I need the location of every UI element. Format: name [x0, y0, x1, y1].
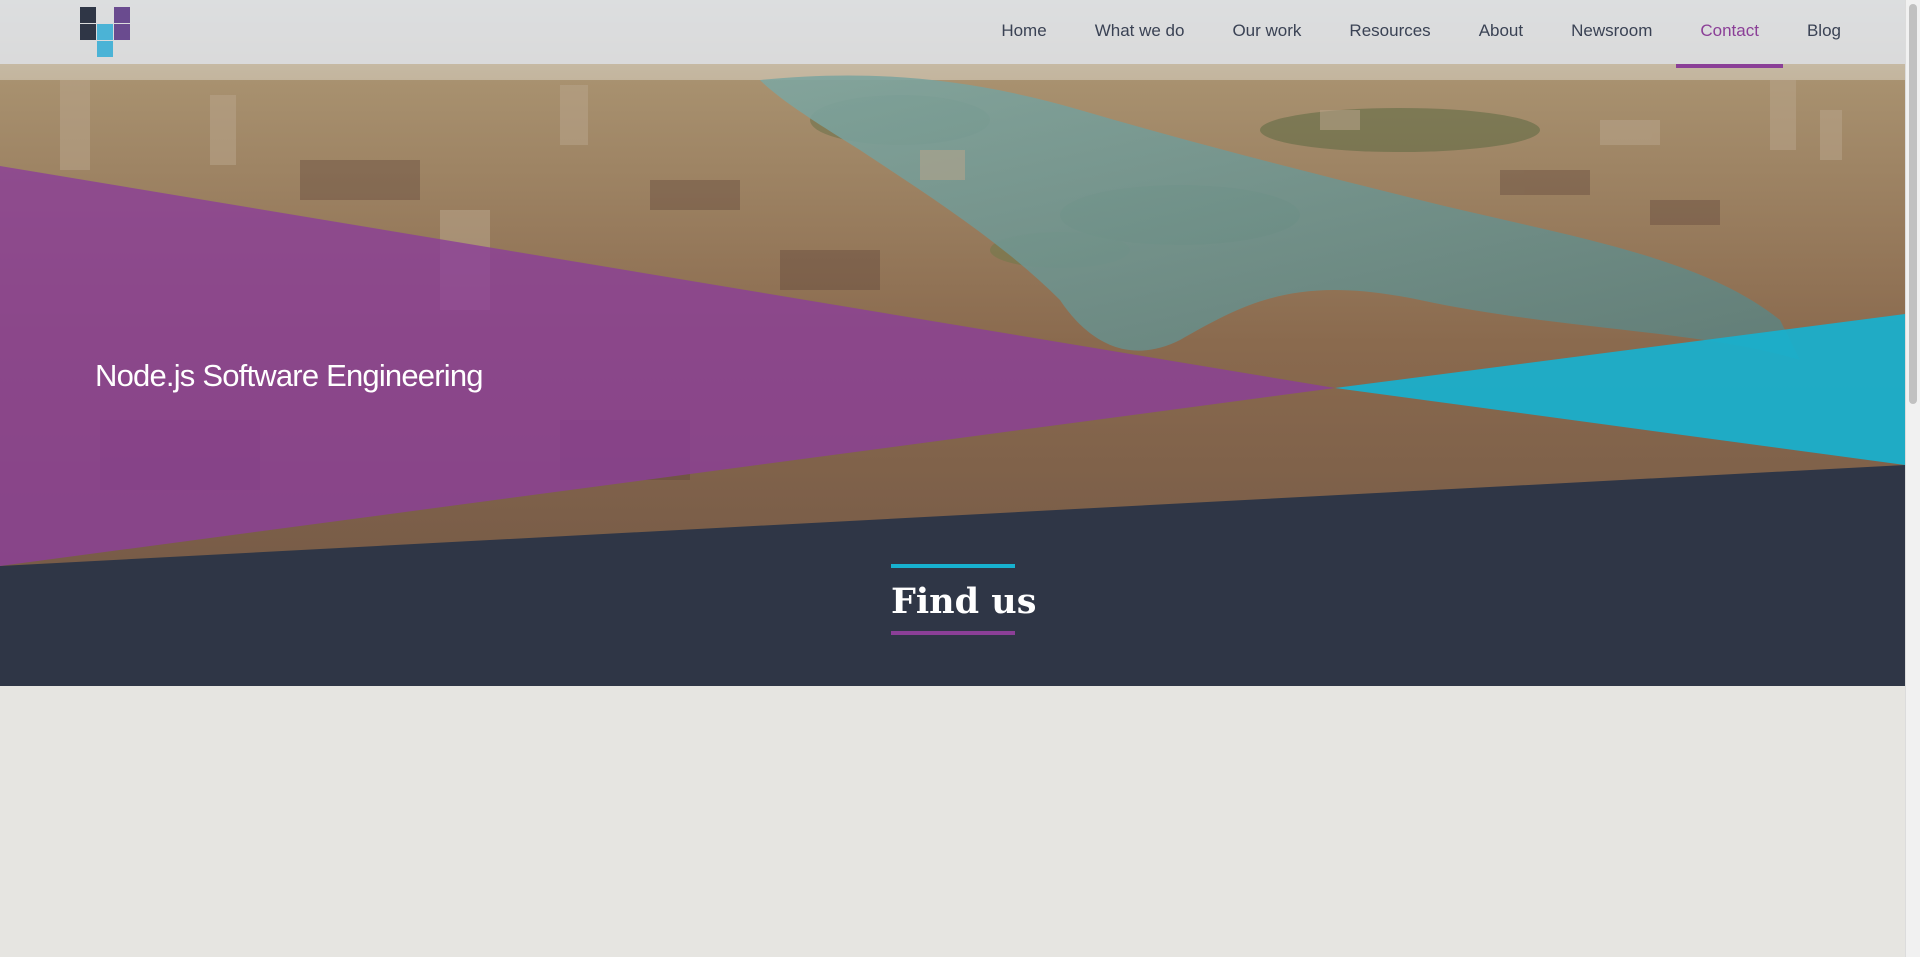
nav-item-label: Resources: [1349, 21, 1431, 40]
nav-item-label: What we do: [1094, 21, 1185, 40]
main-nav: Home What we do Our work Resources About…: [977, 0, 1905, 68]
nav-item-newsroom[interactable]: Newsroom: [1547, 0, 1676, 64]
nav-item-label: Contact: [1700, 21, 1759, 40]
nav-item-resources[interactable]: Resources: [1325, 0, 1454, 64]
nav-item-contact[interactable]: Contact: [1676, 0, 1783, 68]
vertical-scrollbar[interactable]: [1905, 0, 1920, 957]
nav-item-home[interactable]: Home: [977, 0, 1070, 64]
site-header: Home What we do Our work Resources About…: [0, 0, 1905, 68]
nav-item-our-work[interactable]: Our work: [1208, 0, 1325, 64]
logo-square: [97, 24, 113, 40]
logo-square: [114, 7, 130, 23]
find-us-heading: Find us: [891, 564, 1037, 635]
nav-item-what-we-do[interactable]: What we do: [1071, 0, 1209, 64]
nav-item-label: Newsroom: [1571, 21, 1653, 40]
nav-item-label: Our work: [1232, 21, 1302, 40]
scrollbar-thumb[interactable]: [1909, 4, 1917, 404]
nav-item-label: About: [1478, 21, 1524, 40]
brand-logo-icon[interactable]: [80, 7, 130, 57]
hero-banner: Node.js Software Engineering Find us: [0, 0, 1905, 686]
map-area: [0, 686, 1905, 957]
section-heading: Find us: [891, 581, 1037, 622]
logo-square: [80, 7, 96, 23]
logo-square: [114, 24, 130, 40]
logo-square: [80, 24, 96, 40]
nav-item-label: Home: [1001, 21, 1047, 40]
nav-item-about[interactable]: About: [1455, 0, 1547, 64]
hero-title: Node.js Software Engineering: [95, 358, 484, 393]
heading-rule-bottom: [891, 631, 1015, 635]
page: Node.js Software Engineering Find us Hom…: [0, 0, 1920, 957]
nav-item-label: Blog: [1806, 21, 1841, 40]
nav-item-blog[interactable]: Blog: [1783, 0, 1905, 64]
logo-square: [97, 41, 113, 57]
